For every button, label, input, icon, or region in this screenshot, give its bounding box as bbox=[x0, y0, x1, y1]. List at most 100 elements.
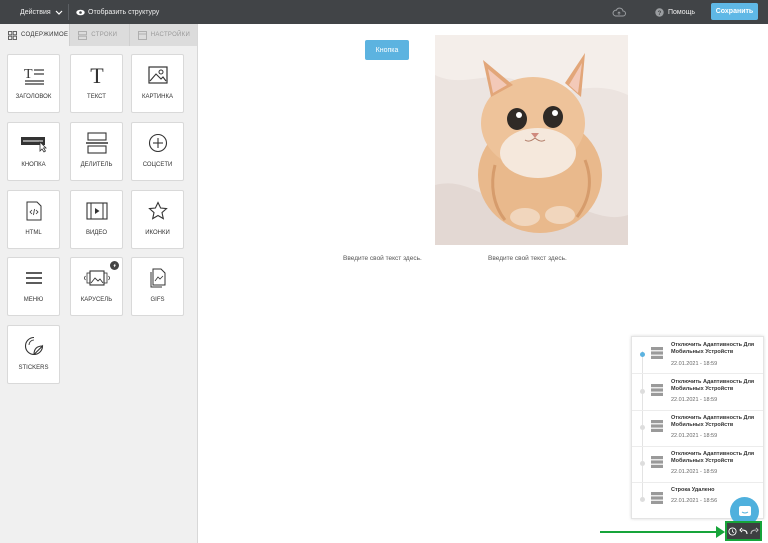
row-structure-icon bbox=[651, 420, 663, 432]
history-item-title: Строка Удалено bbox=[671, 487, 715, 493]
tile-icons[interactable]: ИКОНКИ bbox=[131, 190, 184, 249]
cat-image[interactable] bbox=[435, 35, 628, 245]
content-sidebar: СОДЕРЖИМОЕ СТРОКИ НАСТРОЙКИ T ЗАГОЛОВОК … bbox=[0, 24, 198, 543]
tab-rows-label: СТРОКИ bbox=[91, 32, 118, 38]
button-icon bbox=[8, 132, 59, 154]
history-item-date: 22.01.2021 - 18:59 bbox=[671, 397, 718, 403]
image-icon bbox=[132, 64, 183, 86]
history-item[interactable]: Отключить Адаптивность Для Мобильных Уст… bbox=[632, 410, 763, 447]
actions-menu[interactable]: Действия bbox=[20, 0, 63, 24]
eye-icon bbox=[76, 9, 85, 15]
sticker-icon bbox=[8, 335, 59, 357]
tab-rows[interactable]: СТРОКИ bbox=[69, 24, 129, 46]
row-structure-icon bbox=[651, 384, 663, 396]
chat-icon bbox=[738, 505, 751, 516]
chevron-down-icon bbox=[55, 10, 63, 15]
show-structure-toggle[interactable]: Отобразить структуру bbox=[76, 0, 159, 24]
text-block-left[interactable]: Введите свой текст здесь. bbox=[343, 255, 422, 262]
tile-heading-label: ЗАГОЛОВОК bbox=[15, 94, 52, 100]
annotation-arrowhead bbox=[716, 526, 725, 538]
rows-icon bbox=[78, 30, 88, 40]
timeline-dot bbox=[640, 389, 645, 394]
tile-text[interactable]: T ТЕКСТ bbox=[70, 54, 123, 113]
history-controls bbox=[725, 521, 762, 541]
video-icon bbox=[71, 200, 122, 222]
save-button[interactable]: Сохранить bbox=[711, 3, 758, 20]
row-structure-icon bbox=[651, 456, 663, 468]
history-item[interactable]: Отключить Адаптивность Для Мобильных Уст… bbox=[632, 337, 763, 374]
info-badge-icon bbox=[110, 261, 119, 270]
tile-video-label: ВИДЕО bbox=[85, 230, 108, 236]
history-panel: Отключить Адаптивность Для Мобильных Уст… bbox=[631, 336, 764, 519]
tile-image-label: КАРТИНКА bbox=[141, 94, 174, 100]
heading-icon: T bbox=[8, 64, 59, 86]
tab-content[interactable]: СОДЕРЖИМОЕ bbox=[0, 24, 70, 46]
tile-video[interactable]: ВИДЕО bbox=[70, 190, 123, 249]
show-structure-label: Отобразить структуру bbox=[88, 8, 160, 16]
help-label: Помощь bbox=[668, 8, 696, 16]
star-icon bbox=[132, 200, 183, 222]
svg-text:?: ? bbox=[658, 10, 662, 16]
history-item-date: 22.01.2021 - 18:59 bbox=[671, 361, 718, 367]
tile-social[interactable]: СОЦСЕТИ bbox=[131, 122, 184, 181]
topbar-divider bbox=[68, 4, 69, 20]
tile-carousel[interactable]: КАРУСЕЛЬ bbox=[70, 257, 123, 316]
tile-image[interactable]: КАРТИНКА bbox=[131, 54, 184, 113]
tile-gifs[interactable]: GIFS bbox=[131, 257, 184, 316]
divider-icon bbox=[71, 132, 122, 154]
menu-icon bbox=[8, 267, 59, 289]
help-link[interactable]: ? Помощь bbox=[655, 0, 695, 24]
gif-icon bbox=[132, 267, 183, 289]
timeline-dot bbox=[640, 497, 645, 502]
tile-stickers[interactable]: STICKERS bbox=[7, 325, 60, 384]
history-item[interactable]: Отключить Адаптивность Для Мобильных Уст… bbox=[632, 446, 763, 483]
tile-gifs-label: GIFS bbox=[150, 297, 165, 303]
annotation-arrow bbox=[600, 531, 718, 533]
history-item[interactable]: Отключить Адаптивность Для Мобильных Уст… bbox=[632, 374, 763, 411]
cloud-sync-icon[interactable] bbox=[612, 0, 626, 24]
history-item-date: 22.01.2021 - 18:59 bbox=[671, 433, 718, 439]
tab-content-label: СОДЕРЖИМОЕ bbox=[21, 32, 69, 38]
tile-divider-label: ДЕЛИТЕЛЬ bbox=[80, 162, 113, 168]
history-item-date: 22.01.2021 - 18:56 bbox=[671, 498, 718, 504]
history-item-title: Отключить Адаптивность Для Мобильных Уст… bbox=[671, 415, 755, 428]
timeline-dot-active bbox=[640, 352, 645, 357]
actions-label: Действия bbox=[20, 8, 51, 16]
tile-divider[interactable]: ДЕЛИТЕЛЬ bbox=[70, 122, 123, 181]
tile-html-label: HTML bbox=[25, 230, 42, 236]
top-bar: Действия Отобразить структуру ? Помощь С… bbox=[0, 0, 768, 24]
history-item-date: 22.01.2021 - 18:59 bbox=[671, 469, 718, 475]
tile-menu[interactable]: МЕНЮ bbox=[7, 257, 60, 316]
row-structure-icon bbox=[651, 492, 663, 504]
redo-icon[interactable] bbox=[750, 527, 759, 535]
timeline-dot bbox=[640, 425, 645, 430]
svg-text:T: T bbox=[24, 67, 33, 82]
tile-html[interactable]: HTML bbox=[7, 190, 60, 249]
tab-settings-label: НАСТРОЙКИ bbox=[150, 32, 191, 38]
tile-social-label: СОЦСЕТИ bbox=[142, 162, 173, 168]
carousel-icon bbox=[71, 267, 122, 289]
tile-button-label: КНОПКА bbox=[21, 162, 46, 168]
tile-stickers-label: STICKERS bbox=[18, 365, 49, 371]
tile-icons-label: ИКОНКИ bbox=[145, 230, 170, 236]
html-icon bbox=[8, 200, 59, 222]
tile-button[interactable]: КНОПКА bbox=[7, 122, 60, 181]
row-structure-icon bbox=[651, 347, 663, 359]
tile-heading[interactable]: T ЗАГОЛОВОК bbox=[7, 54, 60, 113]
tile-text-label: ТЕКСТ bbox=[87, 94, 106, 100]
history-item-title: Отключить Адаптивность Для Мобильных Уст… bbox=[671, 342, 755, 355]
history-item-title: Отключить Адаптивность Для Мобильных Уст… bbox=[671, 451, 755, 464]
history-icon[interactable] bbox=[728, 526, 737, 536]
settings-icon bbox=[137, 30, 147, 40]
tab-settings[interactable]: НАСТРОЙКИ bbox=[128, 24, 198, 46]
text-block-right[interactable]: Введите свой текст здесь. bbox=[488, 255, 567, 262]
canvas-button-block[interactable]: Кнопка bbox=[365, 40, 409, 60]
undo-icon[interactable] bbox=[739, 527, 748, 535]
svg-text:T: T bbox=[90, 64, 104, 86]
tile-carousel-label: КАРУСЕЛЬ bbox=[80, 297, 113, 303]
social-icon bbox=[132, 132, 183, 154]
help-icon: ? bbox=[655, 7, 664, 16]
tile-menu-label: МЕНЮ bbox=[23, 297, 44, 303]
sidebar-tabs: СОДЕРЖИМОЕ СТРОКИ НАСТРОЙКИ bbox=[0, 24, 198, 46]
history-item-title: Отключить Адаптивность Для Мобильных Уст… bbox=[671, 379, 755, 392]
